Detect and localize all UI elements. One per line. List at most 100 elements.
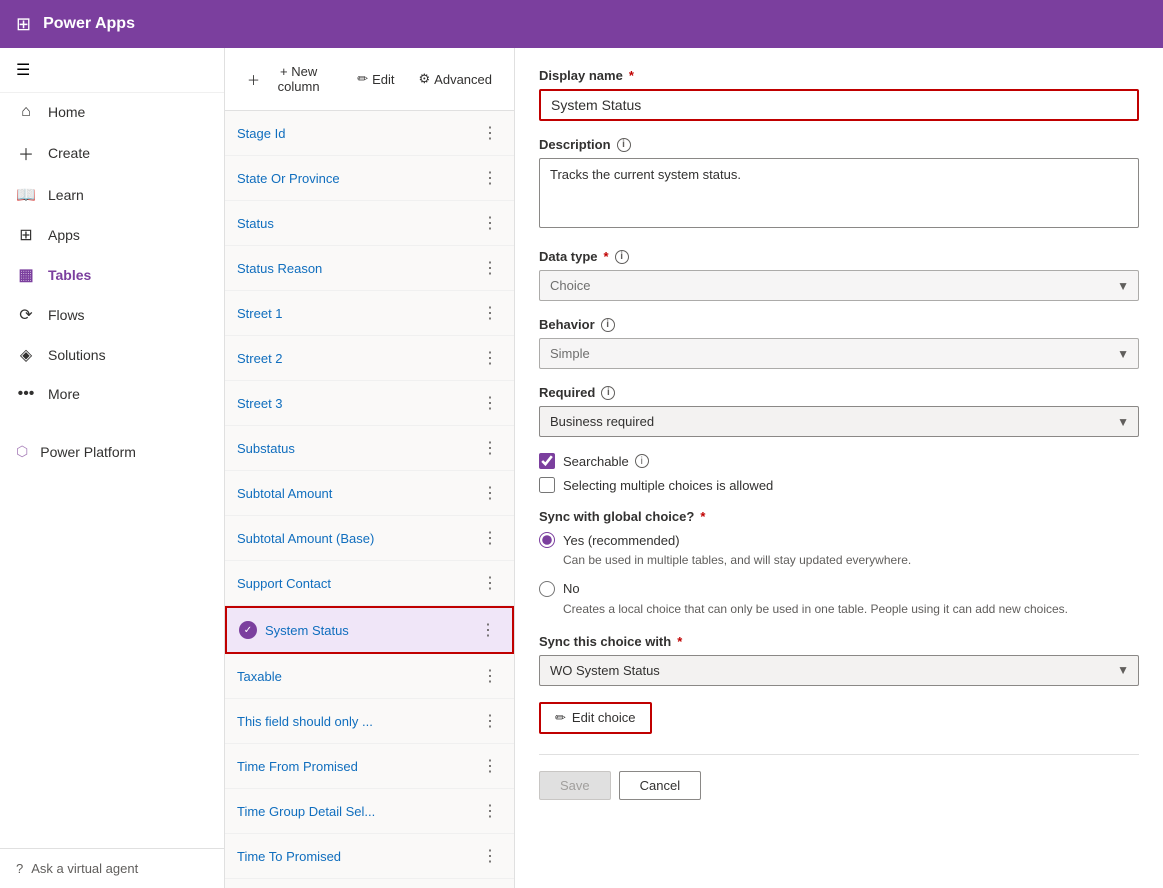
column-name: Substatus [237,441,295,456]
column-more-button[interactable]: ⋮ [478,664,502,688]
column-more-button[interactable]: ⋮ [478,121,502,145]
sidebar-item-label: More [48,386,80,402]
display-name-input[interactable] [539,89,1139,121]
column-item-taxable[interactable]: Taxable ⋮ [225,654,514,699]
power-platform-icon: ⬡ [16,443,28,460]
sidebar-item-create[interactable]: ＋ Create [0,131,224,175]
save-button[interactable]: Save [539,771,611,800]
column-more-button[interactable]: ⋮ [478,211,502,235]
column-more-button[interactable]: ⋮ [478,799,502,823]
column-item-state-or-province[interactable]: State Or Province ⋮ [225,156,514,201]
column-item-status[interactable]: Status ⋮ [225,201,514,246]
column-item-status-reason[interactable]: Status Reason ⋮ [225,246,514,291]
column-item-time-to-promised[interactable]: Time To Promised ⋮ [225,834,514,879]
ask-agent-label: Ask a virtual agent [31,861,138,876]
column-item-street-2[interactable]: Street 2 ⋮ [225,336,514,381]
column-item-this-field[interactable]: This field should only ... ⋮ [225,699,514,744]
sync-global-label: Sync with global choice? * [539,509,1139,524]
new-column-button[interactable]: ＋ + New column [237,58,343,100]
column-more-button[interactable]: ⋮ [478,481,502,505]
data-type-info-icon[interactable]: i [615,250,629,264]
column-more-button[interactable]: ⋮ [478,391,502,415]
sidebar-item-learn[interactable]: 📖 Learn [0,175,224,215]
required-select[interactable]: Optional Business required Business reco… [539,406,1139,437]
sidebar-item-label: Learn [48,187,84,203]
column-name: State Or Province [237,171,340,186]
radio-yes[interactable] [539,532,555,548]
sidebar-item-label: Home [48,104,85,120]
column-more-button[interactable]: ⋮ [478,754,502,778]
edit-choice-button[interactable]: ✏ Edit choice [539,702,652,734]
radio-no-option: No Creates a local choice that can only … [539,581,1139,618]
required-star: * [629,68,634,83]
sidebar-item-power-platform[interactable]: ⬡ Power Platform [0,433,224,470]
column-name: Time Group Detail Sel... [237,804,375,819]
column-more-button[interactable]: ⋮ [478,844,502,868]
column-more-button[interactable]: ⋮ [478,526,502,550]
column-item-stage-id[interactable]: Stage Id ⋮ [225,111,514,156]
edit-button[interactable]: ✏ Edit [347,65,404,93]
new-column-label: + New column [264,64,333,94]
column-more-button[interactable]: ⋮ [478,571,502,595]
tables-icon: ▦ [16,265,36,285]
sidebar-toggle[interactable]: ☰ [0,48,224,93]
data-type-select[interactable]: Choice [539,270,1139,301]
cancel-button[interactable]: Cancel [619,771,701,800]
radio-no[interactable] [539,581,555,597]
column-more-button[interactable]: ⋮ [478,301,502,325]
column-more-button[interactable]: ⋮ [478,256,502,280]
column-item-subtotal-amount-base[interactable]: Subtotal Amount (Base) ⋮ [225,516,514,561]
searchable-row: Searchable i [539,453,1139,469]
description-input[interactable]: Tracks the current system status. [539,158,1139,228]
column-more-button[interactable]: ⋮ [478,166,502,190]
column-item-street-1[interactable]: Street 1 ⋮ [225,291,514,336]
description-info-icon[interactable]: i [617,138,631,152]
column-name: Subtotal Amount [237,486,332,501]
column-more-button[interactable]: ⋮ [476,618,500,642]
more-icon: ••• [16,385,36,403]
sync-choice-label: Sync this choice with * [539,634,1139,649]
right-panel: Display name * Description i Tracks the … [515,48,1163,888]
column-item-subtotal-amount[interactable]: Subtotal Amount ⋮ [225,471,514,516]
sidebar-item-apps[interactable]: ⊞ Apps [0,215,224,255]
radio-group: Yes (recommended) Can be used in multipl… [539,532,1139,618]
behavior-group: Behavior i Simple ▼ [539,317,1139,369]
sync-global-group: Sync with global choice? * Yes (recommen… [539,509,1139,618]
sidebar-item-flows[interactable]: ⟳ Flows [0,295,224,335]
required-info-icon[interactable]: i [601,386,615,400]
searchable-checkbox[interactable] [539,453,555,469]
column-item-time-group-detail[interactable]: Time Group Detail Sel... ⋮ [225,789,514,834]
multiple-choices-checkbox[interactable] [539,477,555,493]
column-item-street-3[interactable]: Street 3 ⋮ [225,381,514,426]
column-more-button[interactable]: ⋮ [478,436,502,460]
radio-no-label: No [563,581,580,596]
ask-agent-button[interactable]: ? Ask a virtual agent [0,848,224,888]
advanced-button[interactable]: ⚙ Advanced [409,65,502,93]
searchable-info-icon[interactable]: i [635,454,649,468]
column-item-time-from-promised[interactable]: Time From Promised ⋮ [225,744,514,789]
grid-icon[interactable]: ⊞ [16,14,31,35]
radio-yes-desc: Can be used in multiple tables, and will… [563,552,1139,569]
sidebar-item-solutions[interactable]: ◈ Solutions [0,335,224,375]
app-title: Power Apps [43,15,135,33]
column-name: This field should only ... [237,714,373,729]
sidebar-item-more[interactable]: ••• More [0,375,224,413]
behavior-select[interactable]: Simple [539,338,1139,369]
sidebar-item-tables[interactable]: ▦ Tables [0,255,224,295]
behavior-info-icon[interactable]: i [601,318,615,332]
edit-label: Edit [372,72,394,87]
sync-choice-select[interactable]: WO System Status [539,655,1139,686]
sidebar-item-label: Tables [48,267,91,283]
column-item-substatus[interactable]: Substatus ⋮ [225,426,514,471]
radio-yes-option: Yes (recommended) Can be used in multipl… [539,532,1139,569]
sidebar: ☰ ⌂ Home ＋ Create 📖 Learn ⊞ Apps ▦ Table… [0,48,225,888]
cancel-label: Cancel [640,778,680,793]
sync-choice-group: Sync this choice with * WO System Status… [539,634,1139,686]
column-item-support-contact[interactable]: Support Contact ⋮ [225,561,514,606]
column-more-button[interactable]: ⋮ [478,346,502,370]
sidebar-item-home[interactable]: ⌂ Home [0,93,224,131]
column-item-time-window-end[interactable]: Time Window End ⋮ [225,879,514,888]
column-item-system-status[interactable]: ✓ System Status ⋮ [225,606,514,654]
column-more-button[interactable]: ⋮ [478,709,502,733]
home-icon: ⌂ [16,103,36,121]
